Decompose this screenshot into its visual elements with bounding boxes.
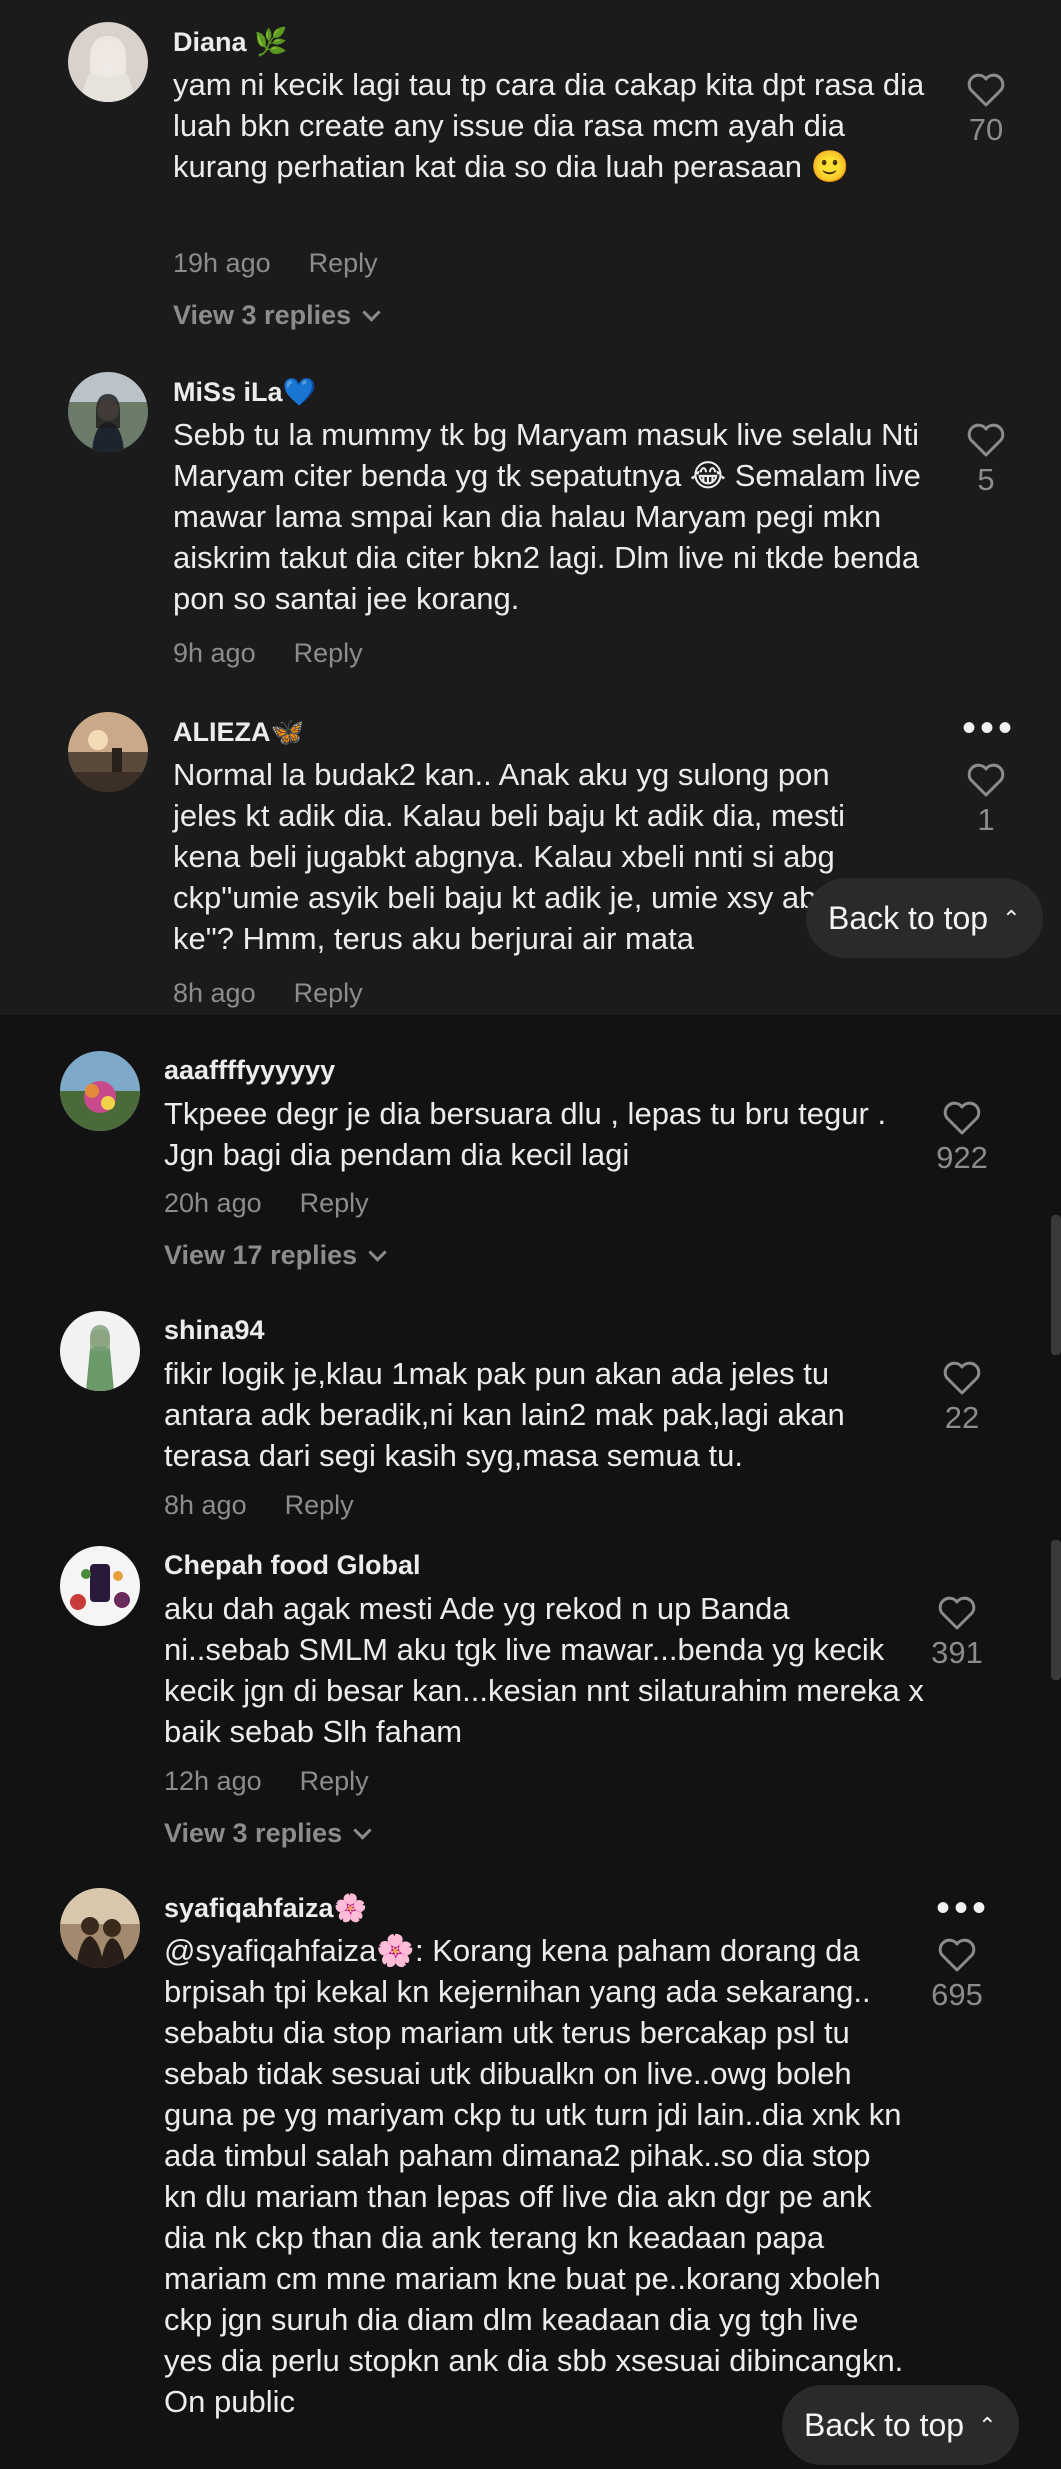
like-button[interactable]: 695 — [917, 1937, 997, 2013]
view-replies-button[interactable]: View 3 replies — [173, 300, 381, 331]
comment-meta: 9h ago Reply — [173, 638, 363, 669]
comment-time: 8h ago — [164, 1490, 247, 1520]
heart-icon — [938, 1938, 976, 1972]
like-button[interactable]: 5 — [946, 422, 1026, 498]
back-to-top-button[interactable]: Back to top ⌃ — [782, 2385, 1019, 2465]
like-count: 695 — [931, 1977, 983, 2012]
like-button[interactable]: 22 — [922, 1360, 1002, 1436]
comment-text: aku dah agak mesti Ade yg rekod n up Ban… — [164, 1591, 924, 1749]
more-options-icon[interactable]: ••• — [962, 708, 1016, 748]
chevron-up-double-icon: ⌃ — [1002, 906, 1021, 931]
like-count: 5 — [977, 462, 995, 497]
heart-icon — [967, 763, 1005, 797]
comment-username[interactable]: syafiqahfaiza🌸 — [164, 1892, 367, 1924]
avatar[interactable] — [68, 22, 148, 102]
comment-username[interactable]: Diana 🌿 — [173, 26, 288, 58]
view-replies-label: View 17 replies — [164, 1240, 358, 1270]
comment-text: Normal la budak2 kan.. Anak aku yg sulon… — [173, 757, 846, 956]
like-button[interactable]: 391 — [917, 1595, 997, 1671]
like-button[interactable]: 922 — [922, 1100, 1002, 1176]
comment-meta: 12h ago Reply — [164, 1766, 369, 1797]
back-to-top-label: Back to top — [804, 2407, 965, 2443]
reply-button[interactable]: Reply — [294, 638, 363, 668]
comment-meta: 20h ago Reply — [164, 1188, 369, 1219]
comment-username[interactable]: MiSs iLa💙 — [173, 376, 316, 408]
avatar[interactable] — [60, 1888, 140, 1968]
comment-username[interactable]: Chepah food Global — [164, 1550, 421, 1581]
like-count: 391 — [931, 1635, 983, 1670]
comment-text: Sebb tu la mummy tk bg Maryam masuk live… — [173, 417, 921, 616]
more-options-icon[interactable]: ••• — [936, 1888, 990, 1928]
avatar[interactable] — [68, 372, 148, 452]
comment-text: @syafiqahfaiza🌸: Korang kena paham doran… — [164, 1933, 904, 2419]
heart-icon — [943, 1101, 981, 1135]
comment-time: 8h ago — [173, 978, 256, 1008]
comment-text: Tkpeee degr je dia bersuara dlu , lepas … — [164, 1096, 887, 1172]
reply-button[interactable]: Reply — [300, 1766, 369, 1796]
comment-username[interactable]: aaaffffyyyyyy — [164, 1055, 335, 1086]
avatar[interactable] — [60, 1311, 140, 1391]
like-count: 70 — [968, 112, 1004, 147]
reply-button[interactable]: Reply — [309, 248, 378, 278]
like-count: 922 — [936, 1140, 988, 1175]
comment-time: 9h ago — [173, 638, 256, 668]
view-replies-label: View 3 replies — [164, 1818, 343, 1848]
chevron-up-double-icon: ⌃ — [978, 2413, 997, 2438]
chevron-down-icon — [353, 1821, 372, 1840]
scrollbar-thumb[interactable] — [1051, 1215, 1061, 1355]
back-to-top-button[interactable]: Back to top ⌃ — [806, 878, 1043, 958]
view-replies-button[interactable]: View 3 replies — [164, 1818, 372, 1849]
view-replies-button[interactable]: View 17 replies — [164, 1240, 387, 1271]
comment-username[interactable]: shina94 — [164, 1315, 265, 1346]
heart-icon — [967, 73, 1005, 107]
avatar[interactable] — [68, 712, 148, 792]
avatar[interactable] — [60, 1546, 140, 1626]
comment-time: 20h ago — [164, 1188, 262, 1218]
heart-icon — [967, 423, 1005, 457]
comment-meta: 19h ago Reply — [173, 248, 378, 279]
reply-button[interactable]: Reply — [300, 1188, 369, 1218]
reply-button[interactable]: Reply — [294, 978, 363, 1008]
scrollbar-thumb[interactable] — [1051, 1540, 1061, 1680]
comment-text: yam ni kecik lagi tau tp cara dia cakap … — [173, 67, 925, 184]
chevron-down-icon — [368, 1243, 387, 1262]
reply-button[interactable]: Reply — [285, 1490, 354, 1520]
comment-time: 12h ago — [164, 1766, 262, 1796]
like-button[interactable]: 1 — [946, 762, 1026, 838]
heart-icon — [938, 1596, 976, 1630]
like-count: 22 — [944, 1400, 980, 1435]
like-button[interactable]: 70 — [946, 72, 1026, 148]
comment-text: fikir logik je,klau 1mak pak pun akan ad… — [164, 1356, 845, 1473]
back-to-top-label: Back to top — [828, 900, 989, 936]
comment-meta: 8h ago Reply — [173, 978, 363, 1009]
comment-time: 19h ago — [173, 248, 271, 278]
comment-meta: 8h ago Reply — [164, 1490, 354, 1521]
chevron-down-icon — [362, 303, 381, 322]
heart-icon — [943, 1361, 981, 1395]
avatar[interactable] — [60, 1051, 140, 1131]
like-count: 1 — [977, 802, 995, 837]
view-replies-label: View 3 replies — [173, 300, 352, 330]
comment-username[interactable]: ALIEZA🦋 — [173, 716, 304, 748]
